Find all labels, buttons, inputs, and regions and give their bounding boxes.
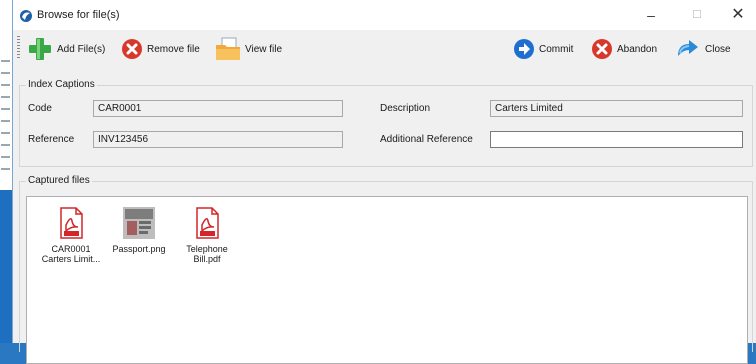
remove-file-label: Remove file — [147, 43, 200, 55]
background-desktop — [0, 190, 12, 343]
window-title: Browse for file(s) — [37, 9, 120, 21]
commit-button[interactable]: Commit — [513, 36, 573, 62]
file-item[interactable]: Passport.png — [107, 207, 171, 254]
red-x-circle-icon — [592, 39, 612, 59]
file-item[interactable]: Telephone Bill.pdf — [175, 207, 239, 264]
captured-files-legend: Captured files — [26, 175, 92, 186]
description-label: Description — [380, 103, 431, 114]
toolbar: Add File(s) Remove file View file Commit — [13, 30, 756, 68]
blue-arrow-right-icon — [514, 39, 534, 59]
blue-undo-arrow-icon — [678, 40, 698, 56]
image-thumbnail — [123, 207, 155, 239]
abandon-button[interactable]: Abandon — [591, 36, 657, 62]
close-label: Close — [705, 43, 731, 55]
green-plus-icon — [29, 38, 51, 60]
minimize-button[interactable]: – — [633, 4, 669, 26]
remove-file-button[interactable]: Remove file — [121, 36, 200, 62]
view-file-label: View file — [245, 43, 283, 55]
abandon-label: Abandon — [617, 43, 658, 55]
additional-reference-field[interactable] — [490, 131, 743, 148]
file-name-line1: Telephone — [186, 244, 228, 254]
toolbar-grip[interactable] — [17, 36, 20, 60]
description-field[interactable] — [490, 100, 743, 117]
maximize-button[interactable]: ☐ — [679, 4, 715, 26]
title-bar: Browse for file(s) – ☐ ✕ — [13, 0, 756, 30]
close-window-button[interactable]: ✕ — [720, 4, 756, 26]
captured-files-list[interactable]: CAR0001 Carters Limit... Passport.png Te… — [26, 196, 748, 364]
index-captions-legend: Index Captions — [26, 79, 97, 90]
file-name-line1: CAR0001 — [51, 244, 91, 254]
close-button[interactable]: Close — [675, 36, 731, 62]
browse-files-dialog: Browse for file(s) – ☐ ✕ Add File(s) Rem… — [12, 0, 756, 364]
commit-label: Commit — [539, 43, 574, 55]
additional-reference-label: Additional Reference — [380, 134, 473, 145]
app-logo-icon — [20, 10, 32, 22]
code-label: Code — [28, 103, 52, 114]
reference-label: Reference — [28, 134, 75, 145]
red-x-circle-icon — [122, 39, 142, 59]
reference-field[interactable] — [93, 131, 343, 148]
file-name-line2: Carters Limit... — [41, 254, 101, 264]
add-files-label: Add File(s) — [57, 43, 106, 55]
file-item[interactable]: CAR0001 Carters Limit... — [39, 207, 103, 264]
file-name-line2: Bill.pdf — [193, 254, 221, 264]
captured-files-group: Captured files CAR0001 Carters Limit... — [19, 175, 753, 364]
view-file-button[interactable]: View file — [215, 36, 282, 62]
pdf-icon — [60, 207, 83, 239]
code-field[interactable] — [93, 100, 343, 117]
pdf-icon — [196, 207, 219, 239]
add-files-button[interactable]: Add File(s) — [27, 36, 105, 62]
folder-document-icon — [216, 37, 240, 60]
index-captions-group: Index Captions Code Reference Descriptio… — [19, 79, 753, 167]
file-name-line1: Passport.png — [112, 244, 166, 254]
